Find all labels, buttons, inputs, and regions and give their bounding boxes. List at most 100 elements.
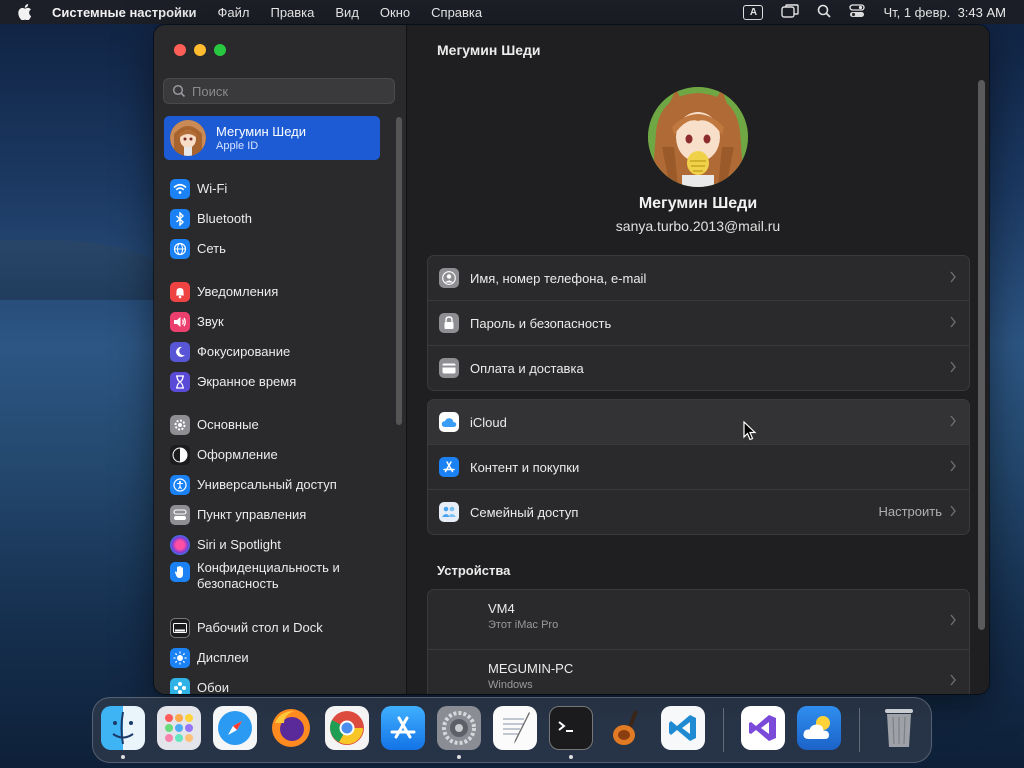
vscode-icon[interactable] xyxy=(661,706,705,750)
sidebar-scrollbar[interactable] xyxy=(396,117,402,425)
row-name-phone-email[interactable]: Имя, номер телефона, e-mail xyxy=(428,256,969,301)
page-title: Мегумин Шеди xyxy=(437,42,541,58)
sidebar: Мегумин Шеди Apple ID Wi-Fi Bluetooth xyxy=(154,25,407,694)
chrome-icon[interactable] xyxy=(325,706,369,750)
sidebar-item-appearance[interactable]: Оформление xyxy=(170,443,380,467)
garageband-icon[interactable] xyxy=(605,706,649,750)
devices-group: VM4 Этот iMac Pro MEGUMIN-PC Windows xyxy=(427,589,970,694)
credit-card-icon xyxy=(439,358,459,378)
device-subtitle: Windows xyxy=(488,679,533,691)
row-label: Оплата и доставка xyxy=(470,360,584,376)
safari-icon[interactable] xyxy=(213,706,257,750)
sidebar-item-privacy[interactable]: Конфиденциальность и безопасность xyxy=(170,560,380,596)
menu-app-name[interactable]: Системные настройки xyxy=(52,5,197,20)
minimize-button[interactable] xyxy=(194,44,206,56)
app-store-icon[interactable] xyxy=(381,706,425,750)
sidebar-item-apple-id[interactable]: Мегумин Шеди Apple ID xyxy=(164,116,380,160)
sidebar-item-wallpaper[interactable]: Обои xyxy=(170,676,380,694)
device-subtitle: Этот iMac Pro xyxy=(488,619,559,631)
sidebar-item-siri[interactable]: Siri и Spotlight xyxy=(170,533,380,557)
row-label: Семейный доступ xyxy=(470,504,579,520)
desktop-icon xyxy=(170,618,190,638)
chevron-right-icon xyxy=(950,614,956,626)
finder-icon[interactable] xyxy=(101,706,145,750)
sidebar-item-label: Сеть xyxy=(197,241,226,256)
visual-studio-icon[interactable] xyxy=(741,706,785,750)
main-pane: Мегумин Шеди Мегумин Шеди sanya.turbo.20… xyxy=(407,25,989,694)
sidebar-item-label: Обои xyxy=(197,680,230,694)
close-button[interactable] xyxy=(174,44,186,56)
menu-edit[interactable]: Правка xyxy=(270,5,314,20)
globe-icon xyxy=(170,239,190,259)
control-center-icon[interactable] xyxy=(849,3,866,21)
spotlight-search-icon[interactable] xyxy=(817,4,832,21)
sidebar-item-label: Рабочий стол и Dock xyxy=(197,620,323,635)
user-email: sanya.turbo.2013@mail.ru xyxy=(615,218,781,234)
setup-link[interactable]: Настроить xyxy=(878,504,942,519)
chevron-right-icon xyxy=(950,674,956,686)
apple-menu-icon[interactable] xyxy=(18,3,36,21)
system-settings-icon[interactable] xyxy=(437,706,481,750)
chevron-right-icon xyxy=(950,505,956,517)
sun-icon xyxy=(170,648,190,668)
menu-help[interactable]: Справка xyxy=(431,5,482,20)
sidebar-item-sound[interactable]: Звук xyxy=(170,310,380,334)
textedit-icon[interactable] xyxy=(493,706,537,750)
chevron-right-icon xyxy=(950,460,956,472)
menu-file[interactable]: Файл xyxy=(218,5,250,20)
contact-card-icon xyxy=(439,268,459,288)
sidebar-item-accessibility[interactable]: Универсальный доступ xyxy=(170,473,380,497)
sidebar-item-bluetooth[interactable]: Bluetooth xyxy=(170,207,380,231)
bell-icon xyxy=(170,282,190,302)
device-name: MEGUMIN-PC xyxy=(488,661,574,676)
profile-picture[interactable] xyxy=(648,87,748,187)
sidebar-item-label: Фокусирование xyxy=(197,344,291,359)
menu-view[interactable]: Вид xyxy=(335,5,359,20)
sidebar-search[interactable] xyxy=(163,78,395,104)
mouse-pointer-icon xyxy=(743,421,757,441)
input-source-icon[interactable]: A xyxy=(743,4,764,20)
hand-icon xyxy=(170,562,190,582)
device-row-megumin-pc[interactable]: MEGUMIN-PC Windows xyxy=(428,650,969,694)
row-content-purchases[interactable]: Контент и покупки xyxy=(428,445,969,490)
account-group: Имя, номер телефона, e-mail Пароль и без… xyxy=(427,255,970,391)
row-label: iCloud xyxy=(470,414,507,430)
menu-window[interactable]: Окно xyxy=(380,5,410,20)
row-icloud[interactable]: iCloud xyxy=(428,400,969,445)
sidebar-item-control-center[interactable]: Пункт управления xyxy=(170,503,380,527)
row-password-security[interactable]: Пароль и безопасность xyxy=(428,301,969,346)
sidebar-item-network[interactable]: Сеть xyxy=(170,237,380,261)
moon-icon xyxy=(170,342,190,362)
row-family-sharing[interactable]: Семейный доступ Настроить xyxy=(428,490,969,534)
dock-separator xyxy=(859,708,860,752)
sidebar-item-general[interactable]: Основные xyxy=(170,413,380,437)
terminal-icon[interactable] xyxy=(549,706,593,750)
mission-control-icon[interactable] xyxy=(781,3,800,21)
trash-icon[interactable] xyxy=(877,706,921,750)
appearance-icon xyxy=(170,445,190,465)
system-settings-window: Мегумин Шеди Apple ID Wi-Fi Bluetooth xyxy=(154,25,989,694)
sidebar-item-label: Звук xyxy=(197,314,224,329)
sidebar-item-label: Siri и Spotlight xyxy=(197,537,281,552)
row-payment-shipping[interactable]: Оплата и доставка xyxy=(428,346,969,390)
user-name: Мегумин Шеди xyxy=(638,195,758,212)
sidebar-item-screen-time[interactable]: Экранное время xyxy=(170,370,380,394)
sidebar-item-label: Оформление xyxy=(197,447,278,462)
sidebar-item-desktop-dock[interactable]: Рабочий стол и Dock xyxy=(170,616,380,640)
menubar-clock[interactable]: Чт, 1 февр. 3:43 AM xyxy=(883,5,1006,20)
search-input[interactable] xyxy=(190,82,384,100)
running-indicator xyxy=(569,755,573,759)
sidebar-item-wifi[interactable]: Wi-Fi xyxy=(170,177,380,201)
sidebar-item-notifications[interactable]: Уведомления xyxy=(170,280,380,304)
running-indicator xyxy=(457,755,461,759)
sidebar-item-displays[interactable]: Дисплеи xyxy=(170,646,380,670)
sidebar-item-label: Bluetooth xyxy=(197,211,252,226)
zoom-button[interactable] xyxy=(214,44,226,56)
device-row-vm4[interactable]: VM4 Этот iMac Pro xyxy=(428,590,969,650)
weather-icon[interactable] xyxy=(797,706,841,750)
main-scrollbar[interactable] xyxy=(978,80,985,630)
sidebar-item-focus[interactable]: Фокусирование xyxy=(170,340,380,364)
launchpad-icon[interactable] xyxy=(157,706,201,750)
firefox-icon[interactable] xyxy=(269,706,313,750)
devices-section-title: Устройства xyxy=(437,563,511,578)
